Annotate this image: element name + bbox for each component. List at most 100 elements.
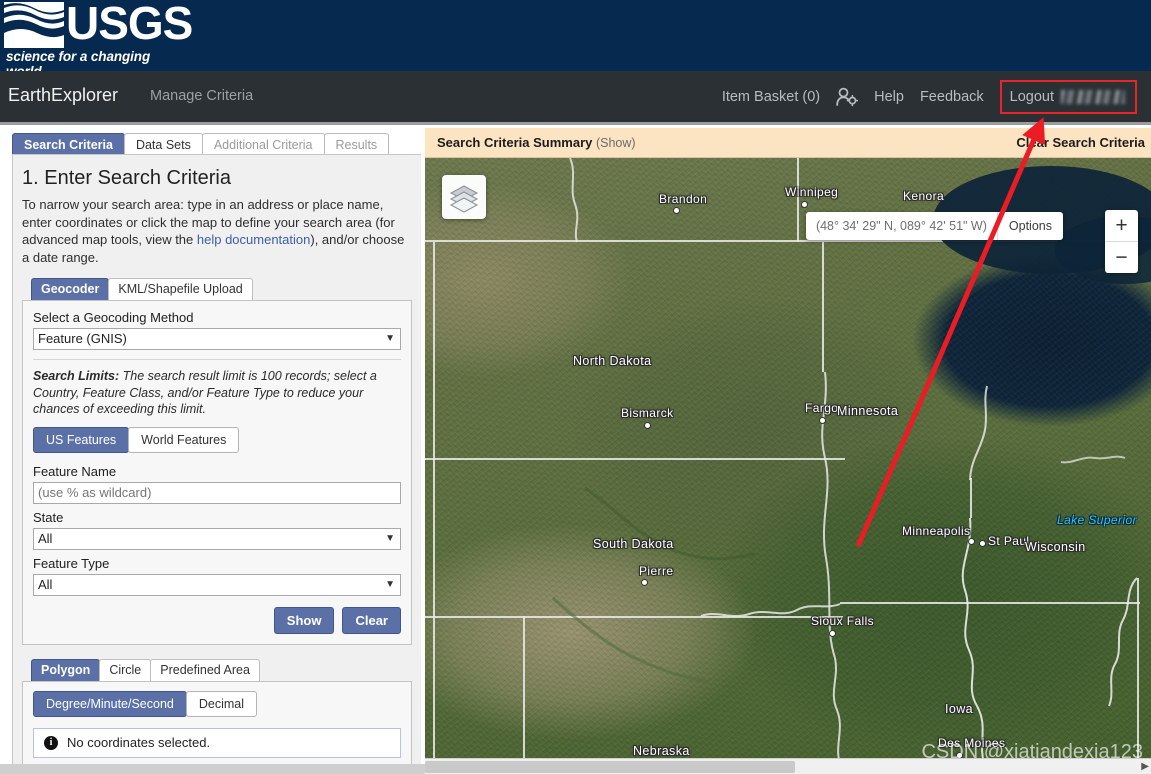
geocoder-card: Select a Geocoding Method Feature (GNIS)… (22, 300, 412, 645)
zoom-controls: + − (1105, 210, 1138, 273)
map-dot-st-paul (979, 540, 986, 547)
zoom-out-button[interactable]: − (1105, 242, 1138, 273)
coordinate-format-toggle: Degree/Minute/Second Decimal (33, 690, 401, 717)
logout-highlight-box: Logout (999, 79, 1137, 114)
help-documentation-link[interactable]: help documentation (197, 232, 310, 247)
left-criteria-panel: Search Criteria Data Sets Additional Cri… (0, 128, 421, 774)
state-select-wrap: All ▼ (33, 527, 401, 550)
geocoder-button-row: Show Clear (33, 606, 401, 634)
feature-name-input[interactable] (33, 481, 401, 504)
manitoba-river (569, 158, 579, 243)
user-gear-icon[interactable] (836, 87, 859, 107)
niobrara-border-line (700, 603, 841, 617)
logout-link[interactable]: Logout (1010, 89, 1054, 105)
map-dot-minneapolis (968, 538, 975, 545)
platte-river (551, 596, 711, 684)
area-tab-strip: Polygon Circle Predefined Area (22, 658, 412, 681)
usgs-tagline: science for a changing world (6, 49, 151, 71)
earthexplorer-page: USGS science for a changing world EarthE… (0, 0, 1151, 774)
subtab-predefined-area[interactable]: Predefined Area (150, 658, 260, 681)
map-dot-bismarck (644, 422, 651, 429)
clear-search-criteria-link[interactable]: Clear Search Criteria (1016, 135, 1145, 150)
zoom-in-button[interactable]: + (1105, 210, 1138, 242)
map-dot-pierre (641, 579, 648, 586)
left-panel-bottom-edge (0, 764, 425, 774)
summary-title: Search Criteria Summary (Show) (437, 135, 636, 150)
map-options-button[interactable]: Options (998, 212, 1063, 240)
map-dot-sioux-falls (829, 630, 836, 637)
mississippi-ia-il (1108, 577, 1138, 707)
map-canvas[interactable]: (48° 34' 29" N, 089° 42' 51" W) Options … (425, 158, 1151, 766)
intro-text: To narrow your search area: type in an a… (22, 196, 412, 266)
layers-icon (449, 185, 479, 213)
feature-scope-toggle: US Features World Features (33, 426, 401, 453)
subtab-polygon[interactable]: Polygon (31, 658, 101, 681)
map-dot-brandon (673, 207, 680, 214)
map-scrollbar-thumb[interactable] (425, 761, 795, 773)
state-label: State (33, 509, 64, 525)
item-basket-link[interactable]: Item Basket (0) (722, 89, 820, 105)
red-river-line (821, 371, 836, 659)
show-button[interactable]: Show (273, 606, 335, 634)
tab-additional-criteria[interactable]: Additional Criteria (201, 133, 325, 156)
map-horizontal-scrollbar[interactable]: ▶ (425, 758, 1151, 774)
map-dot-fargo (819, 417, 826, 424)
feedback-link[interactable]: Feedback (920, 89, 984, 105)
geocoding-method-select-wrap: Feature (GNIS) ▼ (33, 328, 401, 350)
info-icon: i (44, 735, 58, 750)
coordinate-readout: (48° 34' 29" N, 089° 42' 51" W) (806, 212, 998, 240)
wi-border-north (1060, 455, 1126, 464)
world-features-button[interactable]: World Features (128, 426, 240, 453)
app-title: EarthExplorer (8, 85, 119, 105)
help-link[interactable]: Help (874, 89, 904, 105)
tab-data-sets[interactable]: Data Sets (123, 133, 203, 156)
usgs-wave-logo-icon (4, 2, 64, 48)
scrollbar-arrow-icon[interactable]: ▶ (1141, 761, 1149, 773)
user-gear-glyph (836, 87, 859, 106)
page-title: 1. Enter Search Criteria (22, 167, 231, 189)
decimal-button[interactable]: Decimal (185, 690, 258, 717)
feature-type-select-wrap: All ▼ (33, 573, 401, 596)
geocoding-method-select[interactable]: Feature (GNIS) (33, 328, 401, 350)
manage-criteria-link[interactable]: Manage Criteria (150, 88, 253, 104)
missouri-river-line (832, 657, 842, 766)
search-criteria-body: 1. Enter Search Criteria To narrow your … (12, 154, 421, 774)
degree-minute-second-button[interactable]: Degree/Minute/Second (33, 690, 187, 717)
coordinate-readout-box: (48° 34' 29" N, 089° 42' 51" W) Options (805, 212, 1063, 240)
no-coordinates-message: No coordinates selected. (67, 735, 211, 750)
usgs-banner: USGS science for a changing world (0, 0, 1151, 71)
no-coordinates-notice: i No coordinates selected. (33, 727, 401, 758)
layers-button[interactable] (442, 175, 486, 219)
geocoder-tab-strip: Geocoder KML/Shapefile Upload (22, 278, 412, 300)
mississippi-river-line (961, 517, 986, 766)
search-criteria-summary-bar: Search Criteria Summary (Show) Clear Sea… (425, 128, 1151, 158)
map-vector-overlay (551, 158, 1151, 766)
search-limits-note: Search Limits: The search result limit i… (33, 368, 401, 418)
subtab-circle[interactable]: Circle (99, 658, 152, 681)
divider (33, 359, 401, 360)
usgs-wordmark: USGS (66, 0, 193, 49)
summary-title-text: Search Criteria Summary (437, 135, 593, 150)
nav-right-group: Item Basket (0) Help Feedback Logout (722, 71, 1151, 122)
subtab-kml-shapefile-upload[interactable]: KML/Shapefile Upload (108, 278, 253, 300)
us-features-button[interactable]: US Features (33, 426, 130, 453)
summary-show-toggle[interactable]: (Show) (596, 136, 636, 150)
feature-type-select[interactable]: All (33, 573, 401, 596)
map-region: Search Criteria Summary (Show) Clear Sea… (425, 128, 1151, 766)
st-croix-river-line (969, 385, 988, 481)
geocoding-method-label: Select a Geocoding Method (33, 310, 194, 325)
clear-button[interactable]: Clear (342, 606, 401, 634)
usgs-logo[interactable]: USGS science for a changing world (4, 0, 193, 71)
feature-name-label: Feature Name (33, 463, 117, 479)
tab-results[interactable]: Results (323, 133, 390, 156)
subtab-geocoder[interactable]: Geocoder (31, 278, 110, 300)
search-limits-label: Search Limits: (33, 369, 120, 383)
state-select[interactable]: All (33, 527, 401, 550)
area-card: Degree/Minute/Second Decimal i No coordi… (22, 680, 412, 769)
tab-search-criteria[interactable]: Search Criteria (12, 133, 125, 156)
missouri-nd-river (584, 486, 756, 561)
username-redacted (1061, 89, 1125, 104)
main-tab-strip: Search Criteria Data Sets Additional Cri… (0, 132, 421, 156)
feature-type-label: Feature Type (33, 555, 110, 571)
app-navigation-bar: EarthExplorer Manage Criteria Item Baske… (0, 71, 1151, 125)
